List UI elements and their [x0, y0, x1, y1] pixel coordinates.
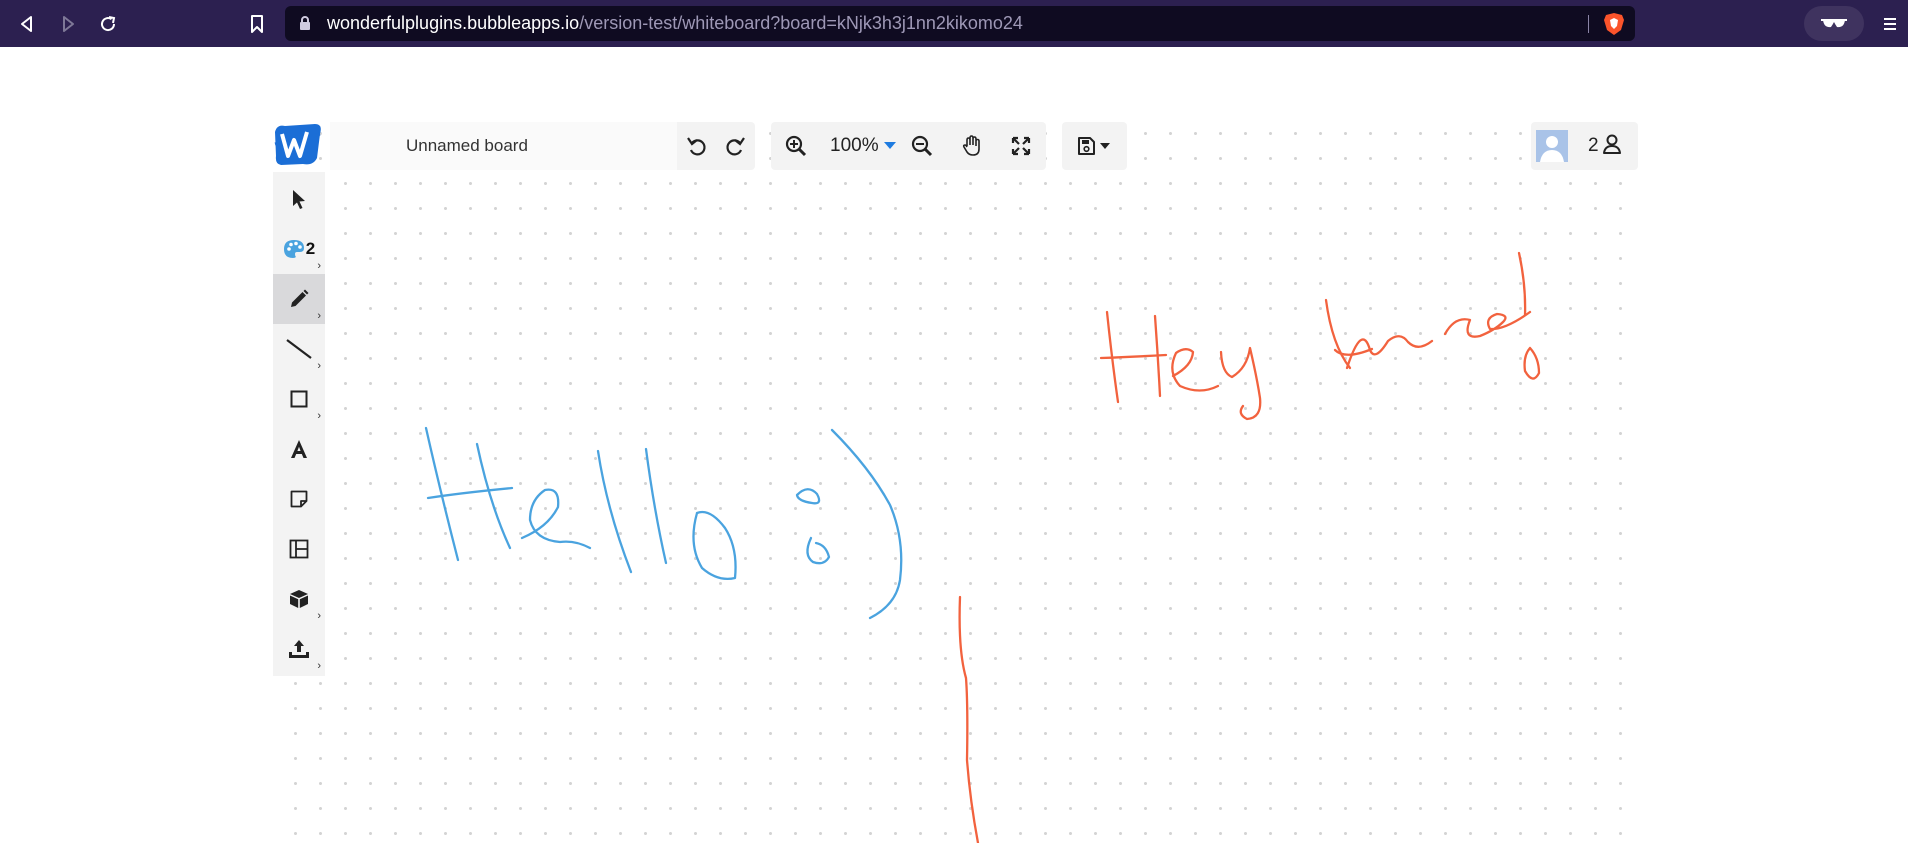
whiteboard-canvas[interactable]: [274, 121, 1639, 843]
object-tool-button[interactable]: ›: [273, 574, 325, 624]
undo-icon: [687, 137, 706, 156]
reload-icon[interactable]: [95, 11, 121, 37]
pan-hand-icon: [962, 135, 980, 156]
line-icon: [286, 339, 312, 359]
shape-tool-button[interactable]: ›: [273, 374, 325, 424]
chevron-right-icon: ›: [317, 310, 321, 322]
color-tool-button[interactable]: 2 ›: [273, 224, 325, 274]
back-icon[interactable]: [14, 11, 40, 37]
upload-tool-button[interactable]: ›: [273, 624, 325, 674]
chevron-right-icon: ›: [317, 360, 321, 372]
undo-button[interactable]: [680, 122, 714, 170]
address-divider: [1588, 15, 1589, 33]
lock-icon: [299, 16, 311, 31]
pen-tool-button[interactable]: ›: [273, 274, 325, 324]
select-tool-button[interactable]: [273, 174, 325, 224]
upload-icon: [289, 640, 309, 658]
chevron-right-icon: ›: [317, 660, 321, 672]
cube-icon: [290, 590, 308, 608]
url-host: wonderfulplugins.bubbleapps.io: [327, 13, 580, 33]
redo-icon: [726, 137, 745, 156]
sticky-note-tool-button[interactable]: [273, 474, 325, 524]
layout-template-icon: [289, 539, 309, 559]
user-avatar-icon: [1540, 136, 1564, 162]
private-window-icon[interactable]: [1804, 6, 1864, 41]
zoom-in-icon: [785, 135, 807, 157]
redo-button[interactable]: [718, 122, 752, 170]
zoom-out-icon: [911, 135, 933, 157]
text-icon: [291, 440, 307, 458]
zoom-dropdown[interactable]: [880, 122, 900, 170]
text-tool-button[interactable]: [273, 424, 325, 474]
pan-button[interactable]: [952, 122, 992, 170]
save-icon: [1077, 137, 1110, 155]
zoom-level[interactable]: 100%: [830, 122, 879, 170]
cursor-arrow-icon: [293, 190, 305, 209]
url-path: /version-test/whiteboard?board=kNjk3h3j1…: [579, 13, 1023, 33]
chevron-down-icon: [884, 142, 896, 149]
browser-toolbar: wonderfulplugins.bubbleapps.io/version-t…: [0, 0, 1908, 47]
user-icon: [1603, 134, 1621, 154]
zoom-in-button[interactable]: [776, 122, 816, 170]
pencil-icon: [291, 289, 309, 307]
fit-screen-icon: [1011, 136, 1031, 156]
palette-icon: [283, 240, 304, 258]
board-name: Unnamed board: [406, 136, 528, 155]
online-user-count: 2: [1588, 135, 1599, 156]
bookmark-icon[interactable]: [244, 11, 270, 37]
chevron-right-icon: ›: [317, 610, 321, 622]
zoom-out-button[interactable]: [902, 122, 942, 170]
brave-shield-icon[interactable]: [1603, 12, 1625, 36]
address-bar[interactable]: wonderfulplugins.bubbleapps.io/version-t…: [285, 6, 1635, 41]
menu-icon[interactable]: [1880, 11, 1900, 37]
line-tool-button[interactable]: ›: [273, 324, 325, 374]
avatar[interactable]: [1536, 130, 1568, 162]
color-count-badge: 2: [305, 239, 316, 258]
save-button[interactable]: [1062, 122, 1127, 170]
fit-screen-button[interactable]: [1001, 122, 1041, 170]
square-icon: [290, 390, 308, 408]
url-text: wonderfulplugins.bubbleapps.io/version-t…: [327, 6, 1023, 41]
chevron-right-icon: ›: [317, 410, 321, 422]
forward-icon[interactable]: [55, 11, 81, 37]
chevron-right-icon: ›: [317, 260, 321, 272]
app-logo: [273, 122, 323, 167]
template-tool-button[interactable]: [273, 524, 325, 574]
sticky-note-icon: [290, 490, 308, 508]
